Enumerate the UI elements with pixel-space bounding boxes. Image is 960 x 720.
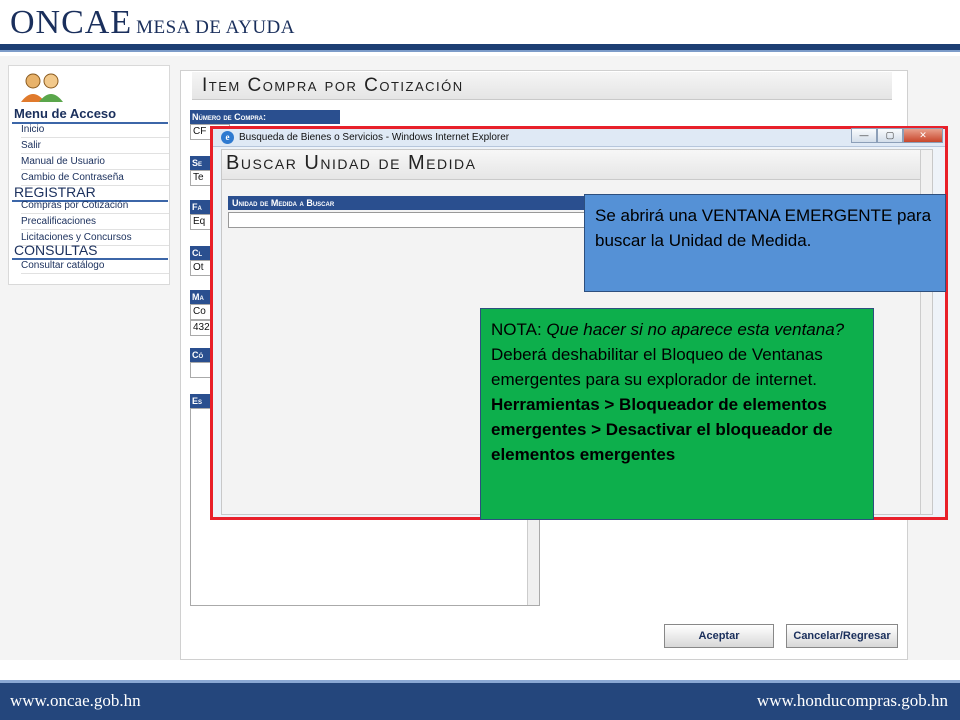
oncae-logo: ONCAE MESA DE AYUDA — [10, 4, 295, 42]
brand-sub-text: MESA DE AYUDA — [136, 17, 295, 38]
sidebar-item-inicio[interactable]: Inicio — [21, 124, 169, 138]
cancel-button[interactable]: Cancelar/Regresar — [786, 624, 898, 648]
callout-blue-text: Se abrirá una VENTANA EMERGENTE para bus… — [595, 206, 932, 250]
note-path: Herramientas > Bloqueador de elementos e… — [491, 395, 833, 464]
sidebar-item-manual[interactable]: Manual de Usuario — [21, 156, 169, 170]
sidebar: Menu de Acceso Inicio Salir Manual de Us… — [8, 65, 170, 285]
callout-popup-info: Se abrirá una VENTANA EMERGENTE para bus… — [584, 194, 946, 292]
brand-main-text: ONCAE — [10, 4, 133, 41]
popup-titlebar: e Busqueda de Bienes o Servicios - Windo… — [213, 128, 945, 147]
form-title-bar: Item Compra por Cotización — [192, 72, 892, 100]
sidebar-item-salir[interactable]: Salir — [21, 140, 169, 154]
ie-icon: e — [221, 131, 234, 144]
menu-title: Menu de Acceso — [14, 106, 117, 121]
page-title: Item Compra por Cotización — [202, 75, 464, 96]
sidebar-item-catalogo[interactable]: Consultar catálogo — [21, 260, 169, 274]
popup-heading: Buscar Unidad de Medida — [226, 152, 477, 174]
note-text: Deberá deshabilitar el Bloqueo de Ventan… — [491, 345, 823, 389]
sidebar-item-precalificaciones[interactable]: Precalificaciones — [21, 216, 169, 230]
accept-button[interactable]: Aceptar — [664, 624, 774, 648]
register-title: REGISTRAR — [14, 184, 96, 200]
footer-link-honducompras[interactable]: www.honducompras.gob.hn — [757, 691, 948, 711]
maximize-button[interactable]: ▢ — [877, 128, 903, 143]
footer-link-oncae[interactable]: www.oncae.gob.hn — [10, 691, 141, 711]
note-question: Que hacer si no aparece esta ventana? — [546, 320, 845, 339]
popup-window-title: Busqueda de Bienes o Servicios - Windows… — [239, 132, 510, 143]
header-divider — [0, 44, 960, 52]
note-prefix: NOTA: — [491, 320, 547, 339]
users-icon — [21, 73, 63, 102]
sidebar-item-compras[interactable]: Compras por Cotización — [21, 200, 169, 214]
popup-header: Buscar Unidad de Medida — [222, 150, 922, 180]
slide-footer: www.oncae.gob.hn www.honducompras.gob.hn — [0, 680, 960, 720]
close-button[interactable]: ✕ — [903, 128, 943, 143]
slide-header: ONCAE MESA DE AYUDA — [0, 0, 960, 46]
consult-title: CONSULTAS — [14, 242, 98, 258]
minimize-button[interactable]: — — [851, 128, 877, 143]
field-label-numero: Número de Compra: — [190, 110, 340, 124]
callout-note: NOTA: Que hacer si no aparece esta venta… — [480, 308, 874, 520]
